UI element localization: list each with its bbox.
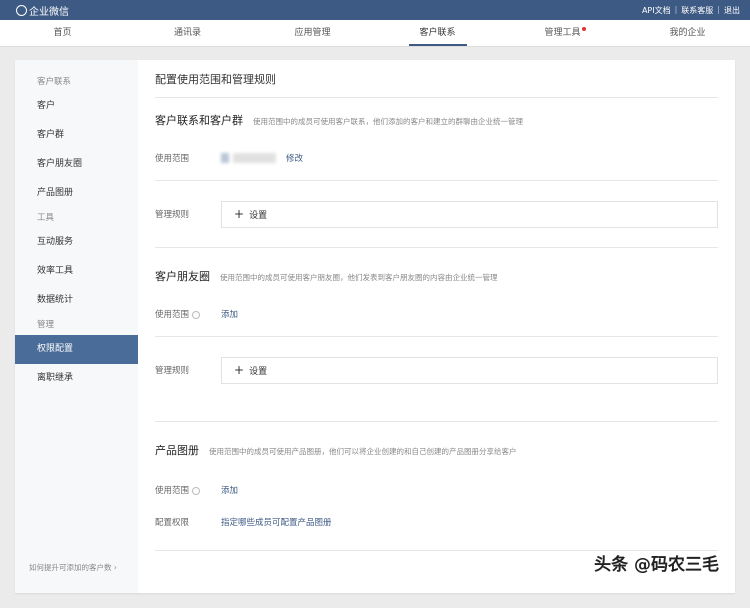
increase-limit-link[interactable]: 如何提升可添加的客户数 › — [29, 562, 117, 573]
field-label: 使用范围 — [155, 154, 190, 164]
logout-link[interactable]: 退出 — [724, 5, 740, 16]
support-link[interactable]: 联系客服 — [681, 5, 713, 16]
sidebar-item-interaction[interactable]: 互动服务 — [15, 228, 138, 257]
set-rules-button[interactable]: + 设置 — [221, 356, 718, 384]
sidebar-group-title: 工具 — [37, 213, 55, 223]
section-title: 客户朋友圈 — [155, 270, 210, 283]
top-bar: 企业微信 API文档 | 联系客服 | 退出 — [0, 0, 750, 20]
tab-apps[interactable]: 应用管理 — [250, 20, 375, 46]
notification-dot — [581, 27, 586, 31]
content-card: 客户联系 客户 客户群 客户朋友圈 产品图册 工具 互动服务 效率工具 数据统计… — [15, 60, 735, 593]
sidebar-group-title: 客户联系 — [37, 77, 72, 87]
sidebar: 客户联系 客户 客户群 客户朋友圈 产品图册 工具 互动服务 效率工具 数据统计… — [15, 60, 138, 593]
divider: | — [717, 4, 720, 14]
section-rules: 管理规则 + 设置 — [155, 181, 718, 248]
tab-home[interactable]: 首页 — [0, 20, 125, 46]
main-nav: 首页 通讯录 应用管理 客户联系 管理工具 我的企业 — [0, 20, 750, 47]
field-label: 管理规则 — [155, 366, 190, 376]
sidebar-item-customer-groups[interactable]: 客户群 — [15, 121, 138, 150]
tab-customer-contact[interactable]: 客户联系 — [375, 20, 500, 46]
divider: | — [674, 4, 678, 14]
sidebar-item-resignation[interactable]: 离职继承 — [15, 364, 138, 393]
sidebar-item-statistics[interactable]: 数据统计 — [15, 286, 138, 315]
sidebar-item-permissions[interactable]: 权限配置 — [15, 335, 138, 364]
watermark: 头条 @码农三毛 — [594, 555, 719, 575]
logo-text: 企业微信 — [29, 6, 69, 18]
section-title: 客户联系和客户群 — [155, 114, 243, 127]
field-label: 配置权限 — [155, 518, 190, 528]
field-label: 使用范围 — [155, 308, 221, 320]
scope-members-blurred — [221, 153, 276, 163]
info-icon[interactable] — [192, 486, 201, 495]
section-desc: 使用范围中的成员可使用客户联系，他们添加的客户和建立的群聊由企业统一管理 — [253, 117, 523, 126]
section-title: 产品图册 — [155, 444, 199, 457]
sidebar-item-customers[interactable]: 客户 — [15, 92, 138, 121]
tab-contacts[interactable]: 通讯录 — [125, 20, 250, 46]
section-customer-contact: 客户联系和客户群 使用范围中的成员可使用客户联系，他们添加的客户和建立的群聊由企业… — [155, 98, 718, 181]
tab-label: 管理工具 — [544, 28, 581, 38]
section-moments: 客户朋友圈 使用范围中的成员可使用客户朋友圈，他们发表到客户朋友圈的内容由企业统一… — [155, 248, 718, 337]
button-label: 设置 — [249, 366, 268, 377]
modify-link[interactable]: 修改 — [286, 152, 303, 164]
label-text: 使用范围 — [155, 486, 190, 496]
sidebar-item-efficiency[interactable]: 效率工具 — [15, 257, 138, 286]
field-label: 管理规则 — [155, 210, 190, 220]
section-rules: 管理规则 + 设置 — [155, 337, 718, 422]
plus-icon: + — [234, 363, 245, 377]
field-label: 使用范围 — [155, 484, 221, 496]
api-docs-link[interactable]: API文档 — [642, 5, 671, 16]
tab-my-company[interactable]: 我的企业 — [625, 20, 750, 46]
section-desc: 使用范围中的成员可使用客户朋友圈，他们发表到客户朋友圈的内容由企业统一管理 — [220, 273, 498, 282]
button-label: 设置 — [249, 210, 268, 221]
section-desc: 使用范围中的成员可使用产品图册，他们可以将企业创建的和自己创建的产品图册分享给客… — [209, 447, 517, 456]
sidebar-item-moments[interactable]: 客户朋友圈 — [15, 150, 138, 179]
sidebar-group-title: 管理 — [37, 320, 55, 330]
tab-admin-tools[interactable]: 管理工具 — [500, 20, 625, 46]
logo[interactable]: 企业微信 — [16, 3, 69, 18]
label-text: 使用范围 — [155, 310, 190, 320]
info-icon[interactable] — [192, 310, 201, 319]
logo-icon — [16, 4, 27, 16]
main-content: 配置使用范围和管理规则 客户联系和客户群 使用范围中的成员可使用客户联系，他们添加… — [138, 60, 735, 593]
sidebar-item-product-album[interactable]: 产品图册 — [15, 179, 138, 208]
page-title: 配置使用范围和管理规则 — [155, 60, 718, 98]
set-rules-button[interactable]: + 设置 — [221, 200, 718, 228]
plus-icon: + — [234, 207, 245, 221]
section-product-album: 产品图册 使用范围中的成员可使用产品图册，他们可以将企业创建的和自己创建的产品图册… — [155, 422, 718, 551]
configure-permission-link[interactable]: 指定哪些成员可配置产品图册 — [221, 516, 332, 528]
add-link[interactable]: 添加 — [221, 308, 238, 320]
add-link[interactable]: 添加 — [221, 484, 238, 496]
